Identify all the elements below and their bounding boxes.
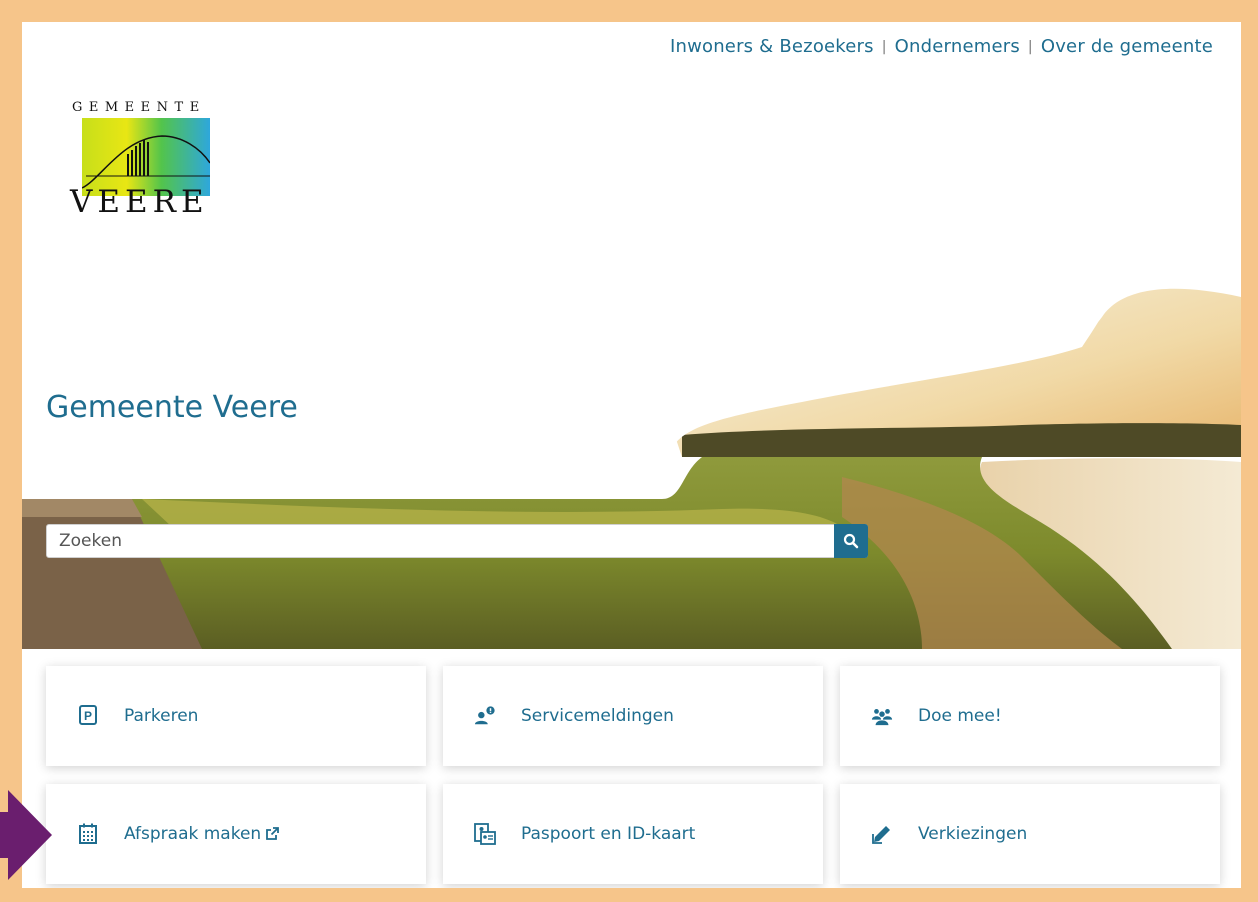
page-frame: Inwoners & Bezoekers | Ondernemers | Ove… xyxy=(22,22,1241,888)
nav-ondernemers[interactable]: Ondernemers xyxy=(895,36,1020,57)
gemeente-veere-logo[interactable]: GEMEENTE VEERE xyxy=(70,100,222,220)
tile-servicemeldingen[interactable]: Servicemeldingen xyxy=(443,666,823,766)
calendar-icon xyxy=(77,823,99,845)
nav-separator: | xyxy=(881,38,887,55)
tile-afspraak-maken[interactable]: Afspraak maken xyxy=(46,784,426,884)
nav-inwoners-bezoekers[interactable]: Inwoners & Bezoekers xyxy=(670,36,874,57)
tile-label: Verkiezingen xyxy=(918,824,1028,844)
search-button[interactable] xyxy=(834,524,868,558)
logo-top-word: GEMEENTE xyxy=(72,100,206,115)
tile-label: Afspraak maken xyxy=(124,824,280,844)
logo-bottom-word: VEERE xyxy=(70,184,209,220)
tile-parkeren[interactable]: P Parkeren xyxy=(46,666,426,766)
tile-doe-mee[interactable]: Doe mee! xyxy=(840,666,1220,766)
nav-over-de-gemeente[interactable]: Over de gemeente xyxy=(1041,36,1213,57)
hero-landscape-image xyxy=(22,277,1241,649)
id-card-icon xyxy=(474,823,496,845)
tile-label: Doe mee! xyxy=(918,706,1002,726)
service-report-icon xyxy=(474,705,496,727)
parking-icon: P xyxy=(77,705,99,727)
group-icon xyxy=(871,705,893,727)
tile-paspoort-id-kaart[interactable]: Paspoort en ID-kaart xyxy=(443,784,823,884)
svg-text:P: P xyxy=(84,709,92,723)
tile-label: Servicemeldingen xyxy=(521,706,674,726)
tile-label: Parkeren xyxy=(124,706,199,726)
external-link-icon xyxy=(266,827,280,840)
tile-label: Paspoort en ID-kaart xyxy=(521,824,696,844)
search-bar xyxy=(46,524,868,558)
highlight-arrow-icon xyxy=(0,790,52,880)
pencil-icon xyxy=(871,823,893,845)
search-input[interactable] xyxy=(47,526,834,556)
top-navigation: Inwoners & Bezoekers | Ondernemers | Ove… xyxy=(670,36,1213,57)
tile-label-text: Afspraak maken xyxy=(124,824,262,844)
nav-separator: | xyxy=(1027,38,1033,55)
search-icon xyxy=(843,533,859,549)
tile-verkiezingen[interactable]: Verkiezingen xyxy=(840,784,1220,884)
page-title: Gemeente Veere xyxy=(46,390,298,425)
